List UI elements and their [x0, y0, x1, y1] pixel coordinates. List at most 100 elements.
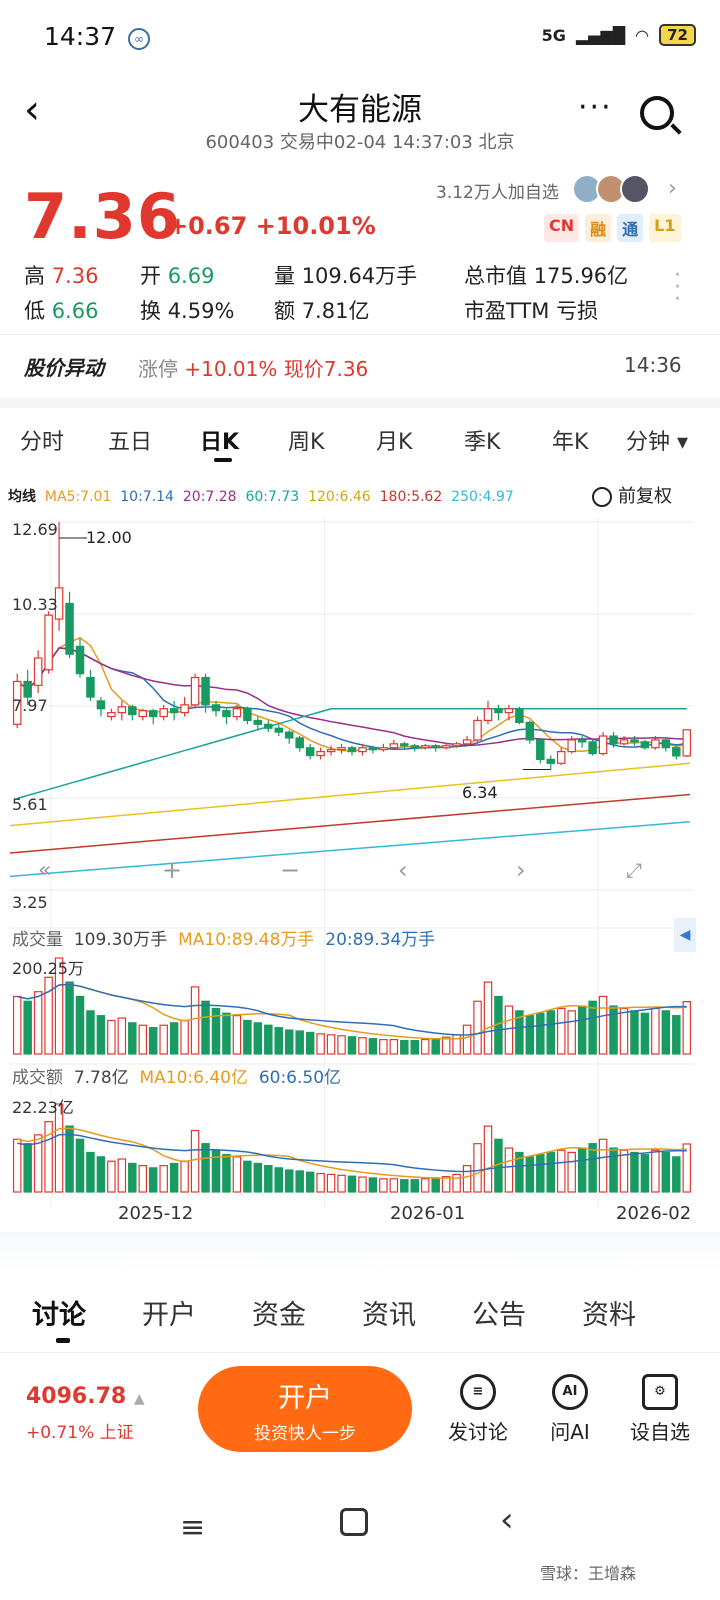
- zoom-in-icon[interactable]: +: [162, 856, 182, 884]
- tab-announcements[interactable]: 公告: [472, 1293, 526, 1332]
- tab-monthly-k[interactable]: 月K: [376, 424, 412, 456]
- candlestick-chart[interactable]: [10, 518, 694, 1218]
- volume-bar: [128, 1022, 137, 1055]
- volume-bar: [96, 1015, 106, 1055]
- tab-minute[interactable]: 分钟 ▾: [626, 424, 688, 456]
- tag-connect[interactable]: 通: [617, 214, 644, 242]
- volume-bar: [337, 1035, 346, 1055]
- volume-bar: [65, 981, 74, 1055]
- home-icon[interactable]: [340, 1508, 368, 1536]
- amount-bar: [483, 1125, 493, 1193]
- more-icon[interactable]: ···: [578, 90, 613, 125]
- candle-body: [410, 745, 420, 749]
- amount-bar: [138, 1165, 148, 1193]
- candle-body: [86, 676, 95, 698]
- volume-bar: [86, 1010, 95, 1055]
- stat-pe: 市盈TTM 亏损: [464, 295, 598, 325]
- ma-legend[interactable]: 均线 MA5:7.01 10:7.14 20:7.28 60:7.73 120:…: [8, 486, 514, 506]
- prev-icon[interactable]: ‹: [398, 856, 408, 884]
- volume-ma20: 20:89.34万手: [325, 930, 436, 950]
- volume-bar: [598, 995, 608, 1055]
- amount-bar: [640, 1154, 650, 1193]
- candle-body: [169, 708, 179, 714]
- app-notification-icon: ∞: [128, 28, 150, 50]
- tab-weekly-k[interactable]: 周K: [288, 424, 324, 456]
- volume-bar: [264, 1024, 273, 1055]
- zoom-out-icon[interactable]: −: [280, 856, 300, 884]
- tab-quarterly-k[interactable]: 季K: [464, 424, 500, 456]
- current-price: 7.36: [24, 180, 181, 253]
- amount-bar: [462, 1165, 472, 1193]
- follower-avatars[interactable]: [572, 174, 650, 204]
- tab-funds[interactable]: 资金: [252, 1293, 306, 1332]
- stat-value: 4.59%: [167, 299, 235, 323]
- amount-bar: [473, 1143, 482, 1193]
- tag-l1[interactable]: L1: [649, 214, 681, 242]
- candle-body: [305, 747, 315, 757]
- rewind-icon[interactable]: «: [38, 858, 51, 883]
- amount-bar: [546, 1151, 556, 1193]
- search-icon[interactable]: [640, 96, 674, 130]
- amount-bar: [75, 1138, 85, 1193]
- amount-bar: [253, 1162, 263, 1193]
- tab-news[interactable]: 资讯: [362, 1293, 416, 1332]
- ma-line: [10, 821, 691, 878]
- stock-tags: CN 融 通 L1: [544, 214, 681, 242]
- stat-label: 低: [24, 299, 45, 323]
- volume-bar: [379, 1039, 388, 1055]
- tab-yearly-k[interactable]: 年K: [552, 424, 588, 456]
- tab-daily-k[interactable]: 日K: [200, 424, 239, 456]
- fullscreen-icon[interactable]: ⤢: [626, 858, 642, 882]
- candle-body: [661, 739, 671, 749]
- tab-profile[interactable]: 资料: [582, 1293, 636, 1332]
- collapse-icon[interactable]: ◀: [674, 918, 696, 952]
- alert-detail: +10.01% 现价7.36: [184, 357, 369, 381]
- volume-bar: [33, 991, 43, 1055]
- menu-icon[interactable]: ≡: [180, 1510, 205, 1545]
- amount-bar: [201, 1143, 210, 1193]
- candle-body: [264, 723, 273, 729]
- tag-margin[interactable]: 融: [585, 214, 612, 242]
- low-marker: 6.34: [462, 783, 498, 802]
- more-stats-icon[interactable]: · · ·: [674, 265, 684, 311]
- candle-body: [494, 708, 503, 714]
- stat-value: 7.81亿: [301, 299, 370, 323]
- back-icon[interactable]: ‹: [500, 1500, 514, 1540]
- tab-open-account[interactable]: 开户: [142, 1293, 196, 1332]
- candle-body: [640, 741, 650, 749]
- amount-bar: [159, 1165, 168, 1193]
- volume-bar: [400, 1039, 409, 1055]
- volume-bar: [410, 1039, 420, 1055]
- tab-discussion[interactable]: 讨论: [32, 1293, 86, 1332]
- followers-count[interactable]: 3.12万人加自选: [436, 178, 559, 203]
- tab-indicator: [214, 458, 232, 462]
- candle-body: [232, 708, 242, 718]
- amount-bar: [441, 1176, 451, 1193]
- chevron-right-icon[interactable]: ›: [668, 176, 677, 201]
- amount-value: 7.78亿: [73, 1068, 129, 1088]
- open-account-button[interactable]: 开户 投资快人一步: [198, 1366, 412, 1452]
- ask-ai-button[interactable]: AI 问AI: [532, 1374, 608, 1445]
- volume-bar: [588, 1000, 597, 1055]
- candle-body: [222, 710, 231, 718]
- tag-cn[interactable]: CN: [544, 214, 580, 242]
- tab-five-day[interactable]: 五日: [108, 424, 152, 456]
- x-tick-feb: 2026-02: [616, 1203, 692, 1224]
- index-value[interactable]: 4096.78 ▲: [26, 1384, 145, 1409]
- amount-label: 成交额: [12, 1068, 63, 1088]
- x-tick-jan: 2026-01: [390, 1203, 466, 1224]
- stat-value: 7.36: [51, 264, 99, 288]
- ma10-value: 10:7.14: [120, 489, 174, 505]
- next-icon[interactable]: ›: [516, 856, 526, 884]
- candle-body: [452, 743, 461, 747]
- tab-intraday[interactable]: 分时: [20, 424, 64, 456]
- candle-body: [284, 731, 294, 739]
- post-discussion-button[interactable]: ≡ 发讨论: [440, 1374, 516, 1445]
- volume-bar: [243, 1019, 252, 1055]
- add-watchlist-button[interactable]: ⚙ 设自选: [622, 1374, 698, 1445]
- divider: [0, 398, 720, 408]
- adjust-toggle[interactable]: 前复权: [592, 482, 672, 508]
- volume-bar: [546, 1010, 556, 1055]
- stat-value: 6.66: [51, 299, 99, 323]
- alert-time: 14:36: [624, 353, 682, 377]
